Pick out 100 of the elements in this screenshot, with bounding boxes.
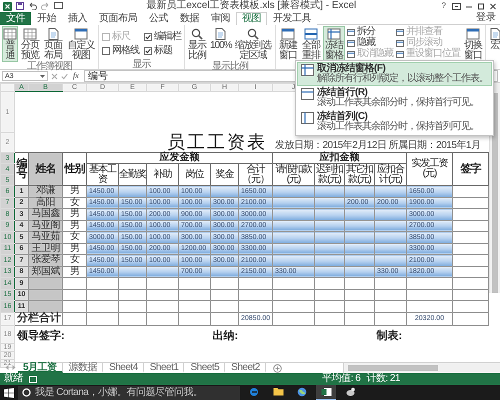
ribbon-tab[interactable]: 页面布局 bbox=[93, 12, 143, 25]
table-cell: 男 bbox=[62, 266, 86, 278]
checkbox[interactable] bbox=[102, 46, 110, 54]
table-cell: 马国鑫 bbox=[28, 208, 62, 220]
table-header: 基本工资 bbox=[86, 164, 118, 186]
window-icon bbox=[347, 50, 355, 58]
table-header: 奖金 bbox=[210, 164, 238, 186]
ribbon-button[interactable]: 显示比例 bbox=[186, 26, 208, 62]
ribbon-tab[interactable]: 开发工具 bbox=[267, 12, 317, 25]
cortana-circle-icon bbox=[22, 388, 31, 397]
taskbar-app-button[interactable] bbox=[316, 384, 336, 400]
window-icon bbox=[396, 40, 404, 46]
ribbon-tab[interactable]: 审阅 bbox=[205, 12, 236, 25]
menu-item[interactable]: 取消冻结窗格(F) 解除所有行和列锁定，以滚动整个工作表。 bbox=[297, 62, 492, 86]
menu-item-description: 滚动工作表其余部分时，保持首列可见。 bbox=[317, 122, 479, 132]
maximize-icon[interactable] bbox=[477, 2, 485, 10]
table-header: 请假扣款(元) bbox=[272, 164, 314, 186]
checkbox[interactable] bbox=[144, 46, 152, 54]
menu-item-description: 解除所有行和列锁定，以滚动整个工作表。 bbox=[317, 74, 488, 84]
table-header: 岗位 bbox=[178, 164, 210, 186]
sign-in-link[interactable]: 登录 bbox=[476, 12, 500, 24]
checkbox-option[interactable]: 编辑栏 bbox=[142, 30, 183, 43]
ribbon-options-icon[interactable] bbox=[452, 2, 461, 10]
ribbon-tab[interactable]: 文件 bbox=[0, 12, 31, 25]
screen-icon[interactable] bbox=[54, 2, 63, 10]
ribbon-tab[interactable]: 数据 bbox=[174, 12, 205, 25]
ribbon-button[interactable]: 全部重排 bbox=[300, 26, 322, 62]
table-cell: 男 bbox=[62, 186, 86, 197]
help-button[interactable]: ? bbox=[440, 2, 448, 10]
sheet-title: 员工工资表 bbox=[166, 133, 267, 152]
table-cell: 高阳 bbox=[28, 197, 62, 208]
table-cell: 马亚阁 bbox=[28, 220, 62, 232]
menu-item-title: 冻结首行(R) bbox=[317, 88, 368, 98]
table-header: 迟到扣款(元) bbox=[314, 164, 344, 186]
ribbon-button[interactable]: 拆分 bbox=[346, 27, 394, 37]
table-header: 全勤奖 bbox=[118, 164, 146, 186]
ribbon-button[interactable]: 100% bbox=[209, 26, 231, 59]
window-icon bbox=[347, 28, 355, 36]
ribbon-button[interactable]: 缩放到选定区域 bbox=[232, 26, 274, 62]
save-icon[interactable] bbox=[16, 2, 24, 10]
ribbon-button[interactable]: 分页预览 bbox=[19, 26, 41, 62]
insert-function-button[interactable]: fx bbox=[71, 72, 81, 80]
window-icon bbox=[347, 40, 355, 46]
status-stat: 计数: 21 bbox=[366, 374, 400, 384]
window-icon bbox=[466, 28, 480, 40]
folder-icon bbox=[272, 387, 284, 396]
window-icon bbox=[281, 28, 295, 40]
frozen-grid-icon bbox=[301, 88, 314, 100]
grid-icon bbox=[3, 28, 17, 40]
ribbon-button[interactable]: 隐藏 bbox=[346, 38, 394, 48]
search-box[interactable]: 我是 Cortana，小娜。有问题尽管问我。 bbox=[18, 386, 240, 400]
group-label: 显示比例 bbox=[212, 62, 248, 71]
add-sheet-icon[interactable] bbox=[272, 364, 282, 372]
table-cell: 分栏合计 bbox=[14, 312, 62, 325]
check-icon[interactable] bbox=[61, 72, 68, 80]
table-cell: 邓谦 bbox=[28, 186, 62, 197]
page-icon bbox=[488, 28, 500, 40]
spreadsheet-app-icon bbox=[320, 386, 332, 396]
table-header: 应扣合计(元) bbox=[374, 164, 406, 186]
ribbon-button[interactable]: 页面布局 bbox=[42, 26, 64, 62]
window-icon bbox=[396, 50, 404, 58]
sheet-tab[interactable]: 5月工资 bbox=[18, 363, 63, 373]
ribbon-button[interactable]: 自定义视图 bbox=[65, 26, 97, 62]
checkbox[interactable] bbox=[144, 32, 152, 40]
ribbon-tab[interactable]: 公式 bbox=[143, 12, 174, 25]
table-cell: 王卫明 bbox=[28, 243, 62, 254]
magnifier-icon bbox=[190, 28, 204, 40]
ribbon-button[interactable]: 冻结窗格 bbox=[323, 26, 345, 62]
frozen-grid-icon bbox=[327, 28, 341, 40]
menu-item-description: 滚动工作表其余部分时，保持首行可见。 bbox=[317, 98, 479, 108]
table-header: 补助 bbox=[146, 164, 178, 186]
page-icon bbox=[213, 28, 227, 40]
table-cell: 男 bbox=[62, 208, 86, 220]
macro-record-icon[interactable] bbox=[29, 376, 37, 382]
windows-start-icon[interactable] bbox=[4, 388, 14, 398]
ribbon-tab[interactable]: 插入 bbox=[62, 12, 93, 25]
table-header: 签字 bbox=[452, 152, 488, 186]
signature-label: 出纳: bbox=[212, 330, 238, 342]
ribbon-tab[interactable]: 视图 bbox=[236, 12, 267, 25]
magnifier-icon bbox=[246, 28, 260, 40]
checkbox-option[interactable]: 网格线 bbox=[100, 44, 141, 57]
horizontal-scrollbar[interactable] bbox=[342, 363, 500, 373]
close-icon[interactable] bbox=[489, 2, 497, 10]
undo-icon[interactable] bbox=[28, 2, 37, 10]
ribbon-button[interactable]: 普通 bbox=[2, 26, 18, 62]
table-header: 性别 bbox=[62, 152, 86, 186]
table-header: 实发工资(元) bbox=[406, 152, 452, 186]
table-cell: 马亚茹 bbox=[28, 232, 62, 243]
date-line: 发放日期：2015年2月12日 所属日期：2015年1月 bbox=[274, 141, 480, 152]
excel-logo-icon[interactable] bbox=[3, 2, 12, 10]
ribbon-button[interactable]: 宏 bbox=[487, 26, 500, 59]
status-stat: 平均值: 6 bbox=[322, 374, 360, 384]
ribbon-tab[interactable]: 开始 bbox=[31, 12, 62, 25]
checkbox-option[interactable]: 标题 bbox=[142, 44, 183, 57]
previous-sheet-icon[interactable] bbox=[4, 363, 10, 372]
globe-icon bbox=[297, 386, 307, 396]
ribbon-button[interactable]: 新建窗口 bbox=[277, 26, 299, 62]
signature-label: 制表: bbox=[376, 330, 402, 342]
table-header: 编号 bbox=[14, 152, 28, 186]
signature-label: 领导签字: bbox=[17, 330, 65, 342]
